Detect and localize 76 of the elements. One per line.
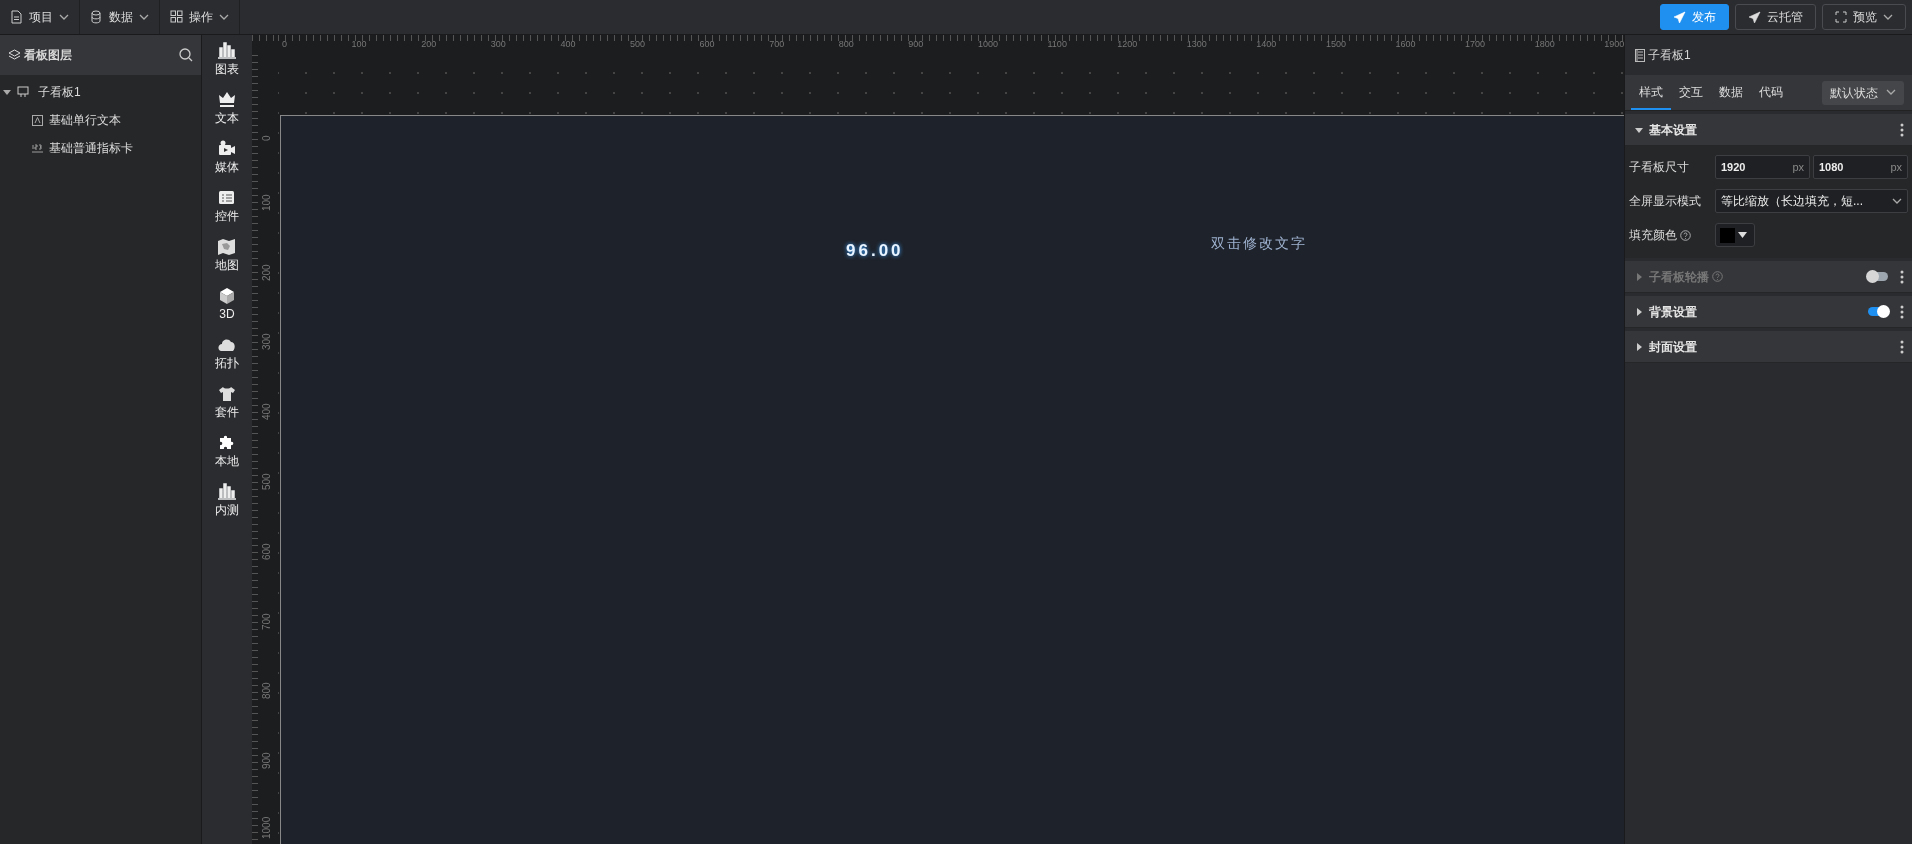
component-category-button[interactable]: 本地 bbox=[202, 433, 252, 482]
send-icon bbox=[1748, 10, 1761, 24]
text-widget[interactable]: 双击修改文字 bbox=[1211, 233, 1307, 254]
list-icon bbox=[217, 188, 237, 207]
chevron-down-icon bbox=[219, 13, 229, 21]
menu-button[interactable]: 数据 bbox=[80, 0, 160, 34]
cube-icon bbox=[217, 286, 237, 305]
component-category-button[interactable]: 控件 bbox=[202, 188, 252, 237]
search-icon[interactable] bbox=[179, 48, 193, 62]
caret-down-icon bbox=[1738, 232, 1747, 238]
chevron-down-icon bbox=[1883, 13, 1893, 21]
field-label: 子看板尺寸 bbox=[1629, 159, 1689, 176]
database-icon bbox=[90, 10, 103, 24]
board-icon bbox=[1635, 48, 1645, 62]
cloud-hosting-button[interactable]: 云托管 bbox=[1735, 4, 1816, 30]
layer-tree-item[interactable]: 基础普通指标卡 bbox=[0, 134, 201, 162]
inspector-tab[interactable]: 数据 bbox=[1711, 75, 1751, 110]
menu-button[interactable]: 项目 bbox=[0, 0, 80, 34]
layer-tree-item[interactable]: 基础单行文本 bbox=[0, 106, 201, 134]
component-category-button[interactable]: 地图 bbox=[202, 237, 252, 286]
panel-title: 子看板1 bbox=[1648, 47, 1691, 64]
section-header[interactable]: 基本设置 bbox=[1625, 114, 1912, 146]
chevron-down-icon bbox=[59, 13, 69, 21]
shirt-icon bbox=[217, 384, 237, 403]
display-mode-dropdown[interactable]: 等比缩放（长边填充，短... bbox=[1715, 189, 1908, 213]
section-title: 背景设置 bbox=[1649, 303, 1697, 321]
map-icon bbox=[217, 237, 237, 256]
field-label: 填充颜色 bbox=[1629, 227, 1677, 244]
bar-chart-icon bbox=[217, 41, 237, 60]
section-title: 封面设置 bbox=[1649, 338, 1697, 356]
grid-icon bbox=[170, 10, 183, 24]
help-icon bbox=[1680, 229, 1691, 241]
component-category-button[interactable]: 套件 bbox=[202, 384, 252, 433]
help-icon bbox=[1712, 271, 1723, 282]
metric-value[interactable]: 96.00 bbox=[846, 238, 904, 264]
unit-label: px bbox=[1890, 159, 1902, 175]
inspector-tab[interactable]: 代码 bbox=[1751, 75, 1791, 110]
text-box-icon bbox=[32, 114, 43, 126]
chevron-down-icon bbox=[1886, 89, 1896, 96]
component-category-button[interactable]: 图表 bbox=[202, 41, 252, 90]
number-input[interactable]: 1080 px bbox=[1813, 155, 1908, 179]
component-category-button[interactable]: 媒体 bbox=[202, 139, 252, 188]
state-dropdown[interactable]: 默认状态 bbox=[1822, 80, 1904, 105]
color-picker[interactable] bbox=[1715, 223, 1755, 247]
more-options-icon[interactable] bbox=[1900, 304, 1904, 319]
send-icon bbox=[1673, 10, 1686, 24]
component-category-button[interactable]: 拓扑 bbox=[202, 335, 252, 384]
component-category-button[interactable]: 内测 bbox=[202, 482, 252, 531]
chevron-down-icon bbox=[1892, 197, 1902, 205]
layers-icon bbox=[8, 49, 21, 61]
crown-icon bbox=[217, 90, 237, 109]
panel-title: 看板图层 bbox=[24, 47, 72, 64]
section-header[interactable]: 背景设置 bbox=[1625, 296, 1912, 328]
component-category-button[interactable]: 文本 bbox=[202, 90, 252, 139]
menu-button[interactable]: 操作 bbox=[160, 0, 240, 34]
section-header[interactable]: 封面设置 bbox=[1625, 331, 1912, 363]
inspector-tab[interactable]: 样式 bbox=[1631, 75, 1671, 110]
video-camera-icon bbox=[217, 139, 237, 158]
number-card-icon bbox=[32, 142, 43, 154]
inspector-tab[interactable]: 交互 bbox=[1671, 75, 1711, 110]
bar-chart-icon bbox=[217, 482, 237, 501]
more-options-icon[interactable] bbox=[1900, 122, 1904, 137]
field-label: 全屏显示模式 bbox=[1629, 193, 1701, 210]
preview-button[interactable]: 预览 bbox=[1822, 4, 1906, 30]
fullscreen-icon bbox=[1835, 11, 1847, 23]
chevron-down-icon bbox=[139, 13, 149, 21]
more-options-icon[interactable] bbox=[1900, 339, 1904, 354]
toggle-switch[interactable] bbox=[1868, 307, 1888, 316]
file-icon bbox=[10, 10, 23, 24]
component-category-button[interactable]: 3D bbox=[202, 286, 252, 335]
unit-label: px bbox=[1792, 159, 1804, 175]
section-title: 基本设置 bbox=[1649, 121, 1697, 139]
number-input[interactable]: 1920 px bbox=[1715, 155, 1810, 179]
section-title: 子看板轮播 bbox=[1649, 268, 1709, 286]
layer-tree-item[interactable]: 子看板1 bbox=[0, 78, 201, 106]
board-icon bbox=[17, 86, 29, 98]
